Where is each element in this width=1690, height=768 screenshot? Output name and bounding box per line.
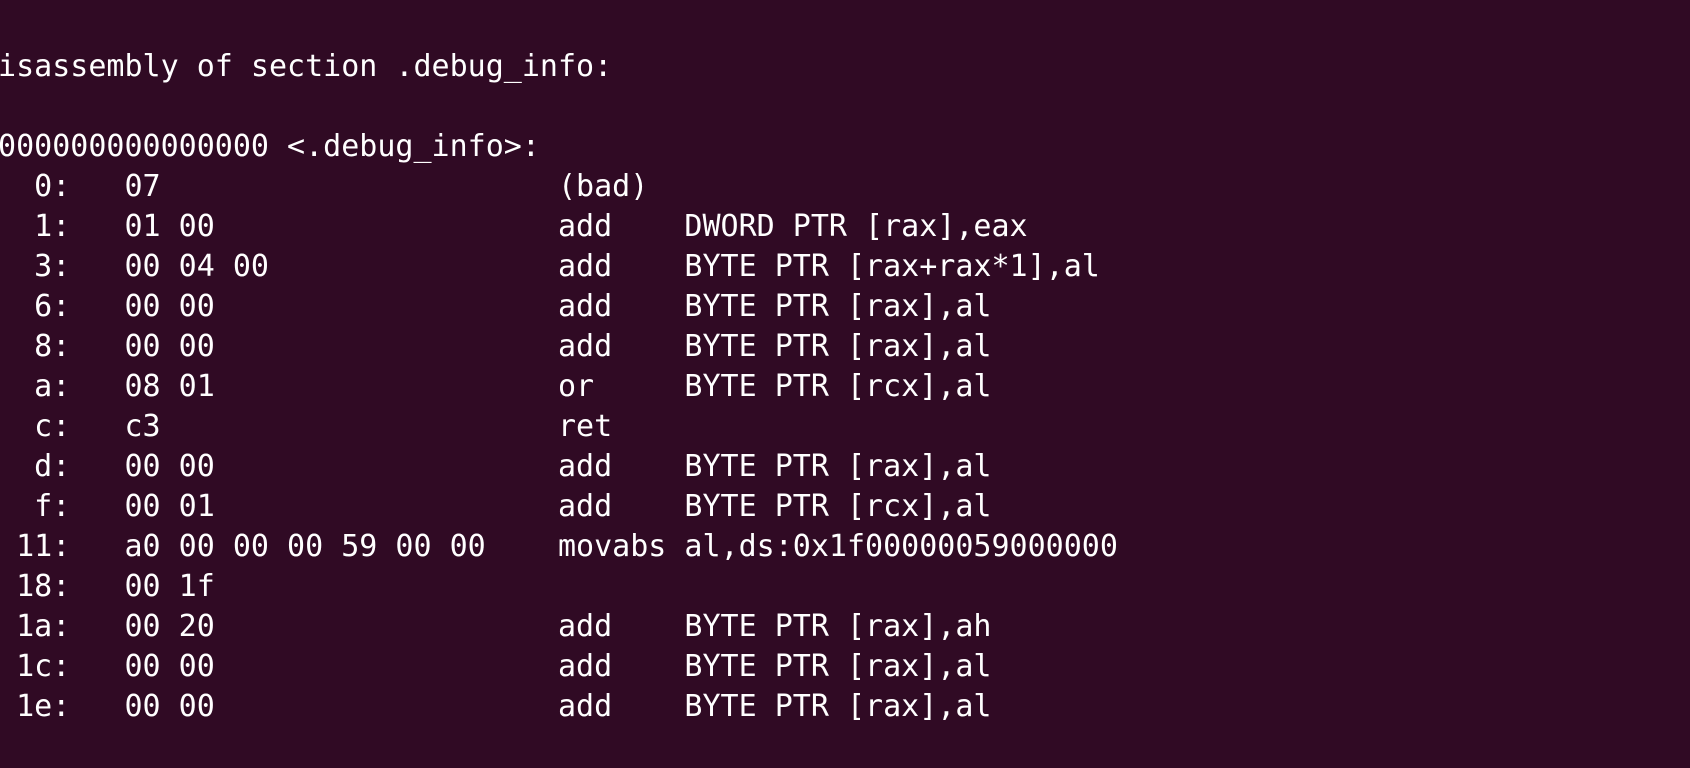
disassembly-line: 0: 07 (bad) xyxy=(0,169,649,204)
disassembly-line: a: 08 01 or BYTE PTR [rcx],al xyxy=(0,369,992,404)
section-header-line: Disassembly of section .debug_info: xyxy=(0,49,613,84)
disassembly-line: c: c3 ret xyxy=(0,409,613,444)
disassembly-line: 1c: 00 00 add BYTE PTR [rax],al xyxy=(0,649,992,684)
symbol-header-line: 0000000000000000 <.debug_info>: xyxy=(0,129,540,164)
disassembly-line: 6: 00 00 add BYTE PTR [rax],al xyxy=(0,289,992,324)
disassembly-line: 8: 00 00 add BYTE PTR [rax],al xyxy=(0,329,992,364)
disassembly-line: d: 00 00 add BYTE PTR [rax],al xyxy=(0,449,992,484)
terminal-window[interactable]: Disassembly of section .debug_info: 00000… xyxy=(0,0,1690,768)
disassembly-line: 1e: 00 00 add BYTE PTR [rax],al xyxy=(0,689,992,724)
disassembly-line: 18: 00 1f xyxy=(0,569,215,604)
disassembly-line: 3: 00 04 00 add BYTE PTR [rax+rax*1],al xyxy=(0,249,1100,284)
terminal-output: Disassembly of section .debug_info: 00000… xyxy=(0,47,1118,727)
disassembly-line xyxy=(0,87,1118,127)
disassembly-line: f: 00 01 add BYTE PTR [rcx],al xyxy=(0,489,992,524)
disassembly-line: 11: a0 00 00 00 59 00 00 movabs al,ds:0x… xyxy=(0,529,1118,564)
disassembly-line: 1: 01 00 add DWORD PTR [rax],eax xyxy=(0,209,1028,244)
disassembly-line: 1a: 00 20 add BYTE PTR [rax],ah xyxy=(0,609,992,644)
